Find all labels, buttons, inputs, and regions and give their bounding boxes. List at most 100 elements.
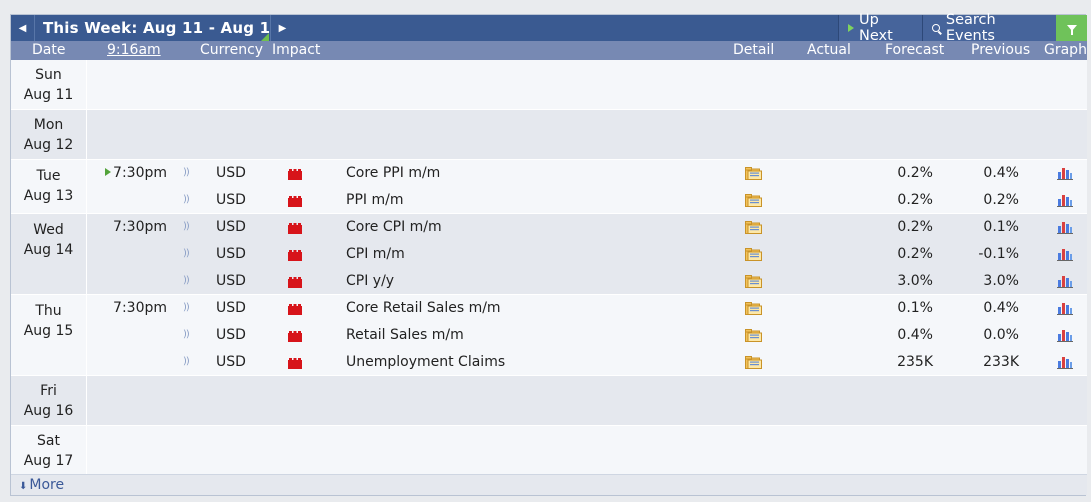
- day-date: Aug 11: [23, 87, 74, 103]
- event-currency: USD: [216, 219, 246, 235]
- event-row[interactable]: 7:30pm)) USD Core CPI m/m 0.2% 0.1%: [11, 214, 1087, 241]
- event-time: 7:30pm: [101, 165, 167, 181]
- column-header-row: Date 9:16am Currency Impact Detail Actua…: [11, 41, 1087, 60]
- high-impact-icon: [288, 249, 302, 261]
- up-next-label: Up Next: [859, 12, 893, 44]
- detail-folder-icon[interactable]: [745, 275, 762, 288]
- detail-folder-icon[interactable]: [745, 167, 762, 180]
- event-title[interactable]: Retail Sales m/m: [346, 327, 464, 343]
- sound-alert-icon[interactable]: )): [183, 221, 190, 232]
- column-impact: Impact: [272, 42, 321, 58]
- high-impact-icon: [288, 303, 302, 315]
- event-title[interactable]: Unemployment Claims: [346, 354, 505, 370]
- event-row[interactable]: )) USD CPI y/y 3.0% 3.0%: [11, 268, 1087, 295]
- search-events-button[interactable]: Search Events: [922, 12, 1056, 44]
- week-title: This Week: Aug 11 - Aug 17: [43, 19, 281, 37]
- event-forecast: 0.4%: [897, 327, 933, 343]
- column-detail: Detail: [733, 42, 775, 58]
- event-time-text: 7:30pm: [113, 165, 167, 181]
- day-group: Sat Aug 17: [11, 426, 1087, 476]
- previous-week-button[interactable]: ◀: [11, 15, 35, 41]
- graph-icon[interactable]: [1057, 247, 1073, 261]
- day-group: Mon Aug 12: [11, 110, 1087, 160]
- filter-icon: [1066, 25, 1077, 35]
- search-events-label: Search Events: [945, 12, 996, 44]
- column-actual: Actual: [807, 42, 851, 58]
- event-previous: -0.1%: [978, 246, 1019, 262]
- detail-folder-icon[interactable]: [745, 356, 762, 369]
- event-row[interactable]: )) USD PPI m/m 0.2% 0.2%: [11, 187, 1087, 214]
- search-icon: [932, 24, 940, 32]
- calendar-widget: ◀ This Week: Aug 11 - Aug 17 ▶ Up Next S…: [10, 12, 1087, 496]
- event-forecast: 0.2%: [897, 219, 933, 235]
- event-title[interactable]: Core PPI m/m: [346, 165, 440, 181]
- day-label: Mon Aug 12: [11, 110, 87, 159]
- event-title[interactable]: CPI y/y: [346, 273, 394, 289]
- event-row[interactable]: 7:30pm)) USD Core Retail Sales m/m 0.1% 0.4%: [11, 295, 1087, 322]
- detail-folder-icon[interactable]: [745, 302, 762, 315]
- graph-icon[interactable]: [1057, 220, 1073, 234]
- sound-alert-icon[interactable]: )): [183, 329, 190, 340]
- sound-alert-icon[interactable]: )): [183, 167, 190, 178]
- event-previous: 0.4%: [983, 165, 1019, 181]
- graph-icon[interactable]: [1057, 166, 1073, 180]
- day-weekday: Sun: [35, 67, 62, 83]
- up-next-button[interactable]: Up Next: [838, 12, 922, 44]
- graph-icon[interactable]: [1057, 355, 1073, 369]
- event-previous: 0.0%: [983, 327, 1019, 343]
- event-row[interactable]: )) USD Retail Sales m/m 0.4% 0.0%: [11, 322, 1087, 349]
- sound-alert-icon[interactable]: )): [183, 248, 190, 259]
- day-date: Aug 16: [23, 403, 74, 419]
- event-forecast: 0.1%: [897, 300, 933, 316]
- event-previous: 0.2%: [983, 192, 1019, 208]
- day-label: Fri Aug 16: [11, 376, 87, 425]
- sound-alert-icon[interactable]: )): [183, 194, 190, 205]
- day-group: Sun Aug 11: [11, 60, 1087, 110]
- graph-icon[interactable]: [1057, 301, 1073, 315]
- day-weekday: Mon: [33, 117, 64, 133]
- sound-alert-icon[interactable]: )): [183, 275, 190, 286]
- up-next-marker-icon: [105, 168, 112, 176]
- event-forecast: 235K: [897, 354, 933, 370]
- sound-alert-icon[interactable]: )): [183, 356, 190, 367]
- column-date: Date: [32, 42, 66, 58]
- event-row[interactable]: )) USD CPI m/m 0.2% -0.1%: [11, 241, 1087, 268]
- event-forecast: 0.2%: [897, 165, 933, 181]
- event-previous: 3.0%: [983, 273, 1019, 289]
- next-week-button[interactable]: ▶: [270, 15, 294, 41]
- high-impact-icon: [288, 357, 302, 369]
- graph-icon[interactable]: [1057, 274, 1073, 288]
- column-time-toggle[interactable]: 9:16am: [107, 42, 161, 58]
- event-currency: USD: [216, 327, 246, 343]
- event-title[interactable]: Core Retail Sales m/m: [346, 300, 501, 316]
- more-link[interactable]: ⬇ More: [19, 477, 64, 493]
- event-currency: USD: [216, 192, 246, 208]
- event-row[interactable]: )) USD Unemployment Claims 235K 233K: [11, 349, 1087, 376]
- event-title[interactable]: PPI m/m: [346, 192, 403, 208]
- event-time: 7:30pm: [101, 219, 167, 235]
- download-arrow-icon: ⬇: [19, 481, 28, 492]
- detail-folder-icon[interactable]: [745, 248, 762, 261]
- sound-alert-icon[interactable]: )): [183, 302, 190, 313]
- column-previous: Previous: [971, 42, 1031, 58]
- event-title[interactable]: CPI m/m: [346, 246, 405, 262]
- day-label: Sun Aug 11: [11, 60, 87, 109]
- day-group: Thu Aug 15 7:30pm)) USD Core Retail Sales m/…: [11, 295, 1087, 376]
- event-previous: 233K: [983, 354, 1019, 370]
- day-label: Sat Aug 17: [11, 426, 87, 475]
- day-group: Wed Aug 14 7:30pm)) USD Core CPI m/m 0.2% 0.1%…: [11, 214, 1087, 295]
- high-impact-icon: [288, 222, 302, 234]
- detail-folder-icon[interactable]: [745, 329, 762, 342]
- high-impact-icon: [288, 330, 302, 342]
- day-date: Aug 17: [23, 453, 74, 469]
- graph-icon[interactable]: [1057, 193, 1073, 207]
- graph-icon[interactable]: [1057, 328, 1073, 342]
- detail-folder-icon[interactable]: [745, 194, 762, 207]
- event-currency: USD: [216, 273, 246, 289]
- detail-folder-icon[interactable]: [745, 221, 762, 234]
- event-title[interactable]: Core CPI m/m: [346, 219, 442, 235]
- filter-button[interactable]: [1056, 15, 1087, 41]
- high-impact-icon: [288, 276, 302, 288]
- day-group: Tue Aug 13 7:30pm)) USD Core PPI m/m 0.2% 0.4%…: [11, 160, 1087, 214]
- event-row[interactable]: 7:30pm)) USD Core PPI m/m 0.2% 0.4%: [11, 160, 1087, 187]
